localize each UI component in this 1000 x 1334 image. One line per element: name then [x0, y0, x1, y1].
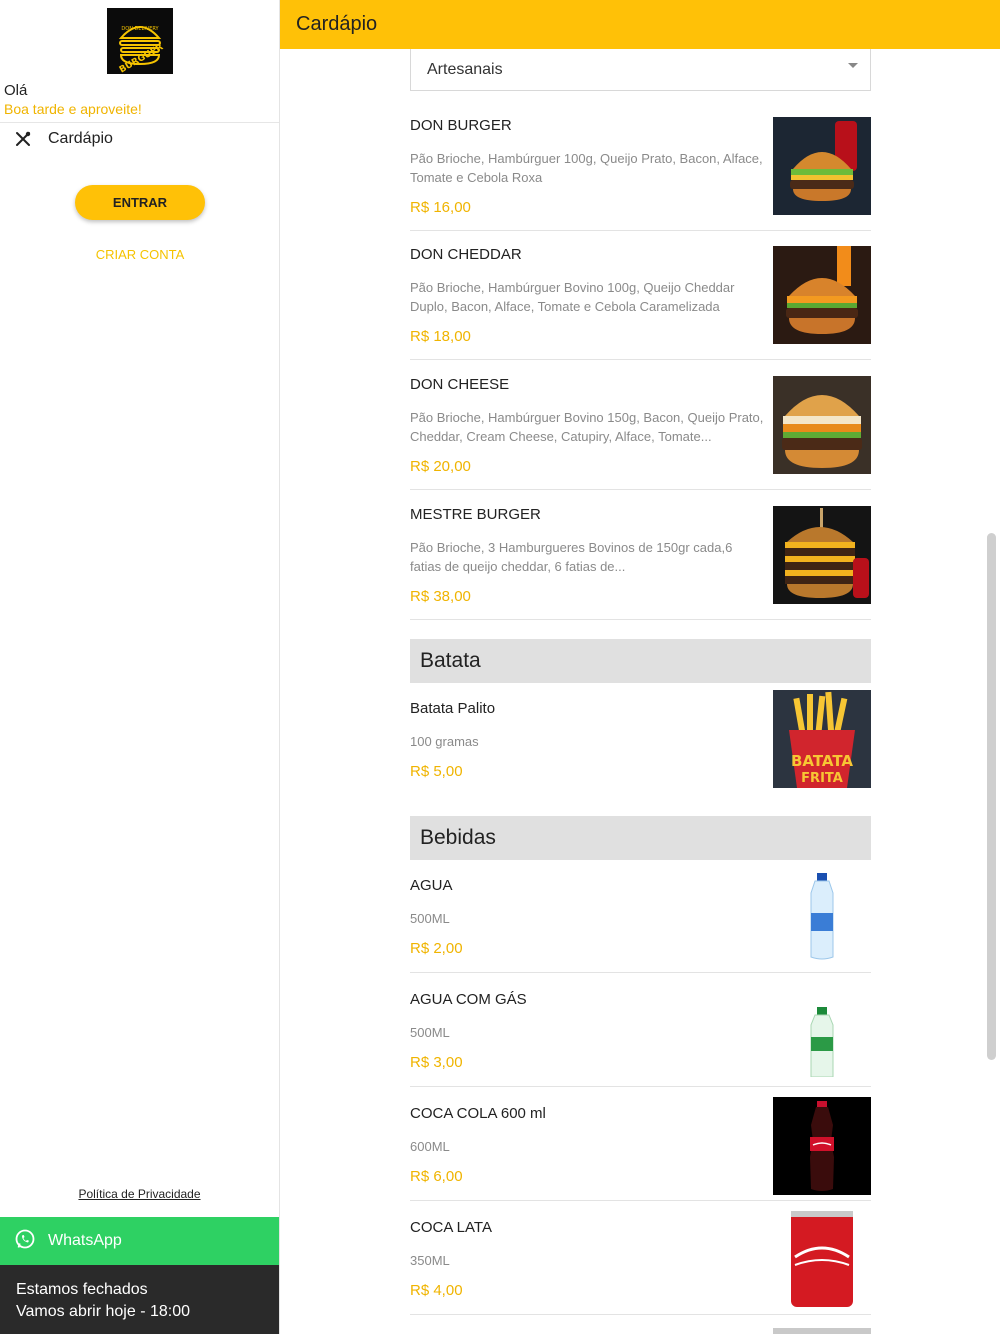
whatsapp-button[interactable]: WhatsApp — [0, 1217, 279, 1265]
menu-item[interactable]: DON CHEDDAR Pão Brioche, Hambúrguer Bovi… — [410, 246, 871, 360]
coca-cola-can-image — [773, 1209, 871, 1307]
item-description: Pão Brioche, 3 Hamburgueres Bovinos de 1… — [410, 540, 733, 574]
item-description: 100 gramas — [410, 734, 479, 749]
menu-item[interactable]: DON CHEESE Pão Brioche, Hambúrguer Bovin… — [410, 376, 871, 490]
item-price: R$ 5,00 — [410, 763, 463, 780]
menu-item[interactable]: COCA COLA 600 ml 600ML R$ 6,00 — [410, 1095, 871, 1201]
item-name: DON CHEESE — [410, 376, 510, 393]
water-bottle-image — [773, 871, 871, 963]
menu-item[interactable]: AGUA 500ML R$ 2,00 — [410, 867, 871, 973]
menu-item[interactable]: AGUA COM GÁS 500ML R$ 3,00 — [410, 981, 871, 1087]
item-name: MESTRE BURGER — [410, 506, 541, 523]
svg-text:FRITA: FRITA — [801, 771, 843, 786]
burger-image — [773, 246, 871, 344]
item-description: 500ML — [410, 1025, 450, 1040]
item-price: R$ 6,00 — [410, 1168, 463, 1185]
sidebar-divider — [0, 122, 279, 123]
section-header-bebidas: Bebidas — [410, 816, 871, 860]
whatsapp-label: WhatsApp — [48, 1232, 122, 1249]
item-name: COCA LATA — [410, 1219, 492, 1236]
item-price: R$ 4,00 — [410, 1282, 463, 1299]
sidebar-item-cardapio[interactable]: Cardápio — [14, 130, 113, 148]
item-description: Pão Brioche, Hambúrguer Bovino 150g, Bac… — [410, 410, 764, 444]
burger-image — [773, 376, 871, 474]
privacy-policy-link[interactable]: Política de Privacidade — [0, 1187, 279, 1201]
status-line-2: Vamos abrir hoje - 18:00 — [16, 1303, 191, 1320]
fries-image: BATATA FRITA — [773, 690, 871, 788]
item-name: DON CHEDDAR — [410, 246, 522, 263]
product-image — [773, 1325, 871, 1334]
item-name: AGUA — [410, 877, 453, 894]
sidebar-item-label: Cardápio — [48, 130, 113, 147]
burger-image — [773, 506, 871, 604]
item-price: R$ 16,00 — [410, 199, 471, 216]
menu-item[interactable] — [410, 1323, 871, 1334]
coca-cola-bottle-image — [773, 1097, 871, 1195]
utensils-icon — [14, 130, 32, 148]
scrollbar[interactable] — [987, 533, 996, 1060]
chevron-down-icon — [848, 63, 858, 68]
category-select[interactable]: Artesanais — [410, 49, 871, 91]
item-description: Pão Brioche, Hambúrguer Bovino 100g, Que… — [410, 280, 735, 314]
item-description: 350ML — [410, 1253, 450, 1268]
menu-item[interactable]: Batata Palito 100 gramas R$ 5,00 BATATA … — [410, 690, 871, 815]
item-name: Batata Palito — [410, 700, 496, 717]
app-bar: Cardápio — [280, 0, 1000, 49]
login-button[interactable]: ENTRAR — [75, 185, 205, 220]
item-price: R$ 2,00 — [410, 940, 463, 957]
page-title: Cardápio — [296, 13, 378, 35]
item-name: COCA COLA 600 ml — [410, 1105, 546, 1122]
item-name: DON BURGER — [410, 117, 512, 134]
sparkling-water-image — [773, 985, 871, 1077]
svg-text:DON DELIVERY: DON DELIVERY — [121, 26, 159, 32]
menu-content: Artesanais DON BURGER Pão Brioche, Hambú… — [280, 49, 1000, 1334]
sidebar: DON DELIVERY BURGUER Olá Boa tarde e apr… — [0, 0, 280, 1334]
item-description: 500ML — [410, 911, 450, 926]
item-name: AGUA COM GÁS — [410, 991, 527, 1008]
menu-item[interactable]: MESTRE BURGER Pão Brioche, 3 Hamburguere… — [410, 506, 871, 620]
section-header-batata: Batata — [410, 639, 871, 683]
burger-image — [773, 117, 871, 215]
whatsapp-icon — [14, 1228, 36, 1255]
menu-item[interactable]: COCA LATA 350ML R$ 4,00 — [410, 1209, 871, 1315]
item-price: R$ 38,00 — [410, 588, 471, 605]
item-price: R$ 3,00 — [410, 1054, 463, 1071]
brand-logo[interactable]: DON DELIVERY BURGUER — [107, 8, 173, 74]
item-description: Pão Brioche, Hambúrguer 100g, Queijo Pra… — [410, 151, 763, 185]
greeting-subtitle: Boa tarde e aproveite! — [4, 101, 142, 117]
item-price: R$ 18,00 — [410, 328, 471, 345]
item-price: R$ 20,00 — [410, 458, 471, 475]
category-select-value: Artesanais — [427, 60, 503, 78]
svg-text:BATATA: BATATA — [791, 752, 853, 770]
greeting: Olá — [4, 82, 28, 99]
menu-item[interactable]: DON BURGER Pão Brioche, Hambúrguer 100g,… — [410, 117, 871, 231]
store-status: Estamos fechados Vamos abrir hoje - 18:0… — [0, 1265, 279, 1334]
item-description: 600ML — [410, 1139, 450, 1154]
create-account-link[interactable]: CRIAR CONTA — [70, 247, 210, 262]
status-line-1: Estamos fechados — [16, 1281, 148, 1298]
